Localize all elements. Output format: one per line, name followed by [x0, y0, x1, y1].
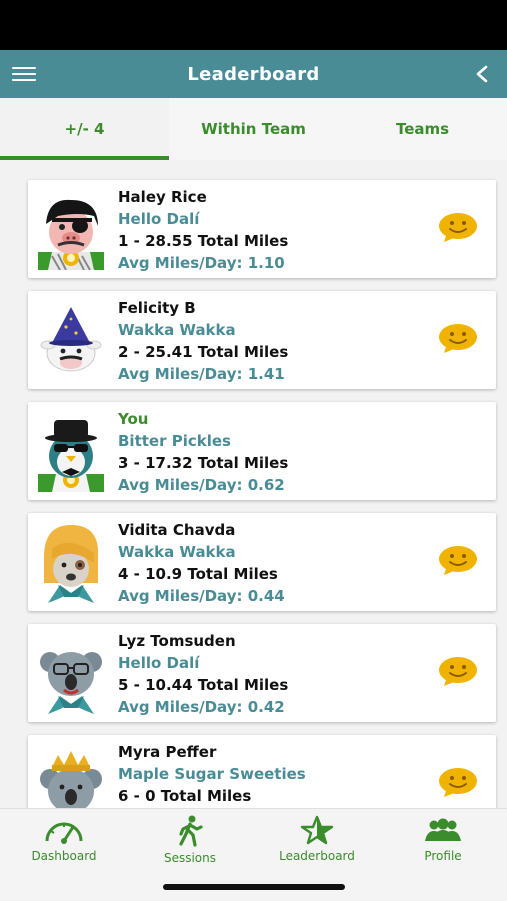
leaderboard-card[interactable]: Haley Rice Hello Dalí 1 - 28.55 Total Mi…: [28, 180, 496, 278]
walking-icon: [179, 815, 203, 847]
smiley-face-icon[interactable]: [438, 323, 478, 353]
nav-sessions[interactable]: Sessions: [135, 815, 245, 865]
koala-glasses-avatar: [40, 652, 102, 714]
pirate-pig-avatar: [38, 199, 104, 270]
leaderboard-card[interactable]: Lyz Tomsuden Hello Dalí 5 - 10.44 Total …: [28, 624, 496, 722]
tab-within-team[interactable]: Within Team: [169, 98, 338, 160]
smiley-face-icon[interactable]: [438, 767, 478, 797]
leaderboard-card[interactable]: Vidita Chavda Wakka Wakka 4 - 10.9 Total…: [28, 513, 496, 611]
nav-label-dashboard: Dashboard: [31, 849, 97, 863]
player-name: Myra Peffer: [118, 743, 217, 761]
rank-total-miles: 5 - 10.44 Total Miles: [118, 676, 289, 694]
avg-miles-per-day: Avg Miles/Day: 0.62: [118, 476, 285, 494]
koala-crown-avatar: [40, 751, 102, 808]
blonde-dog-avatar: [44, 525, 99, 603]
leaderboard-card[interactable]: Felicity B Wakka Wakka 2 - 25.41 Total M…: [28, 291, 496, 389]
rank-total-miles: 2 - 25.41 Total Miles: [118, 343, 289, 361]
avg-miles-per-day: Avg Miles/Day: 0.42: [118, 698, 285, 716]
team-name: Maple Sugar Sweeties: [118, 765, 306, 783]
nav-leaderboard[interactable]: Leaderboard: [262, 815, 372, 863]
player-name: Felicity B: [118, 299, 196, 317]
team-name: Wakka Wakka: [118, 321, 236, 339]
leaderboard-card[interactable]: Myra Peffer Maple Sugar Sweeties 6 - 0 T…: [28, 735, 496, 808]
player-name: You: [118, 410, 149, 428]
status-bar: [0, 0, 507, 50]
hamburger-menu-icon[interactable]: [12, 67, 36, 81]
player-name: Lyz Tomsuden: [118, 632, 236, 650]
tab-bar: +/- 4 Within Team Teams: [0, 98, 507, 160]
people-icon: [425, 818, 461, 841]
speedometer-icon: [45, 822, 83, 844]
chevron-left-icon[interactable]: [475, 65, 489, 83]
rank-total-miles: 6 - 0 Total Miles: [118, 787, 252, 805]
page-title: Leaderboard: [187, 63, 320, 85]
star-icon: [300, 815, 334, 845]
team-name: Bitter Pickles: [118, 432, 231, 450]
avg-miles-per-day: Avg Miles/Day: 1.41: [118, 365, 285, 383]
tab-teams[interactable]: Teams: [338, 98, 507, 160]
leaderboard-list[interactable]: Haley Rice Hello Dalí 1 - 28.55 Total Mi…: [0, 170, 507, 808]
avg-miles-per-day: Avg Miles/Day: 0.44: [118, 587, 285, 605]
tab-plus-minus-4[interactable]: +/- 4: [0, 98, 169, 160]
avg-miles-per-day: Avg Miles/Day: 1.10: [118, 254, 285, 272]
player-name: Vidita Chavda: [118, 521, 236, 539]
player-name: Haley Rice: [118, 188, 207, 206]
smiley-face-icon[interactable]: [438, 212, 478, 242]
nav-label-leaderboard: Leaderboard: [279, 849, 355, 863]
nav-label-profile: Profile: [424, 849, 462, 863]
smiley-face-icon[interactable]: [438, 545, 478, 575]
leaderboard-card[interactable]: You Bitter Pickles 3 - 17.32 Total Miles…: [28, 402, 496, 500]
app-header: Leaderboard: [0, 50, 507, 98]
team-name: Hello Dalí: [118, 210, 200, 228]
nav-label-sessions: Sessions: [163, 851, 217, 865]
nav-profile[interactable]: Profile: [388, 815, 498, 863]
rank-total-miles: 1 - 28.55 Total Miles: [118, 232, 289, 250]
smiley-face-icon[interactable]: [438, 656, 478, 686]
team-name: Hello Dalí: [118, 654, 200, 672]
spy-penguin-avatar: [38, 420, 104, 492]
team-name: Wakka Wakka: [118, 543, 236, 561]
nav-dashboard[interactable]: Dashboard: [9, 815, 119, 863]
rank-total-miles: 3 - 17.32 Total Miles: [118, 454, 289, 472]
wizard-cow-avatar: [40, 307, 102, 372]
rank-total-miles: 4 - 10.9 Total Miles: [118, 565, 278, 583]
home-indicator: [163, 884, 345, 890]
